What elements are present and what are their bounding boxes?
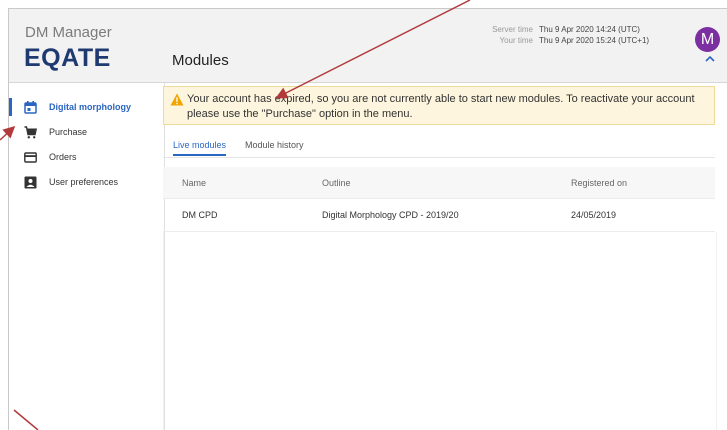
sidebar-item-user-preferences[interactable]: User preferences: [9, 172, 164, 192]
server-time-value: Thu 9 Apr 2020 14:24 (UTC): [539, 25, 640, 34]
sidebar-item-label: Purchase: [49, 127, 88, 137]
avatar[interactable]: M: [695, 27, 720, 52]
cell-outline: Digital Morphology CPD - 2019/20: [322, 210, 459, 220]
sidebar-item-label: User preferences: [49, 177, 119, 187]
app-name: DM Manager: [25, 24, 112, 41]
alert-message: Your account has expired, so you are not…: [187, 93, 695, 120]
sidebar: Digital morphology Purchase Orders User …: [9, 83, 165, 430]
cart-icon: [24, 125, 37, 138]
warning-icon: [170, 93, 184, 106]
sidebar-item-orders[interactable]: Orders: [9, 147, 164, 167]
sidebar-item-purchase[interactable]: Purchase: [9, 122, 164, 142]
table-empty-area: [163, 232, 717, 430]
sidebar-item-label: Digital morphology: [49, 102, 131, 112]
column-header-outline[interactable]: Outline: [322, 178, 351, 188]
cell-registered-on: 24/05/2019: [571, 210, 617, 220]
tab-live-modules[interactable]: Live modules: [173, 140, 227, 156]
calendar-icon: [24, 100, 37, 114]
module-tabs: Live modules Module history: [163, 137, 715, 158]
account-expired-alert: Your account has expired, so you are not…: [163, 86, 715, 125]
your-time-value: Thu 9 Apr 2020 15:24 (UTC+1): [539, 36, 650, 45]
card-icon: [24, 151, 37, 163]
logo: EQATE: [24, 44, 111, 72]
cell-name: DM CPD: [182, 210, 218, 220]
column-header-name[interactable]: Name: [182, 178, 206, 188]
table-header: Name Outline Registered on: [163, 167, 715, 199]
tab-module-history[interactable]: Module history: [245, 140, 304, 150]
time-display: Server time Thu 9 Apr 2020 14:24 (UTC) Y…: [492, 24, 667, 46]
chevron-up-icon[interactable]: [705, 55, 715, 63]
server-time-label: Server time: [492, 25, 533, 34]
table-row[interactable]: DM CPD Digital Morphology CPD - 2019/20 …: [163, 199, 715, 232]
account-box-icon: [24, 176, 37, 188]
sidebar-item-digital-morphology[interactable]: Digital morphology: [9, 97, 164, 117]
your-time-label: Your time: [499, 36, 534, 45]
page-title: Modules: [172, 52, 229, 69]
column-header-registered-on[interactable]: Registered on: [571, 178, 627, 188]
sidebar-item-label: Orders: [49, 152, 77, 162]
header: DM Manager EQATE Modules Server time Thu…: [9, 9, 727, 83]
